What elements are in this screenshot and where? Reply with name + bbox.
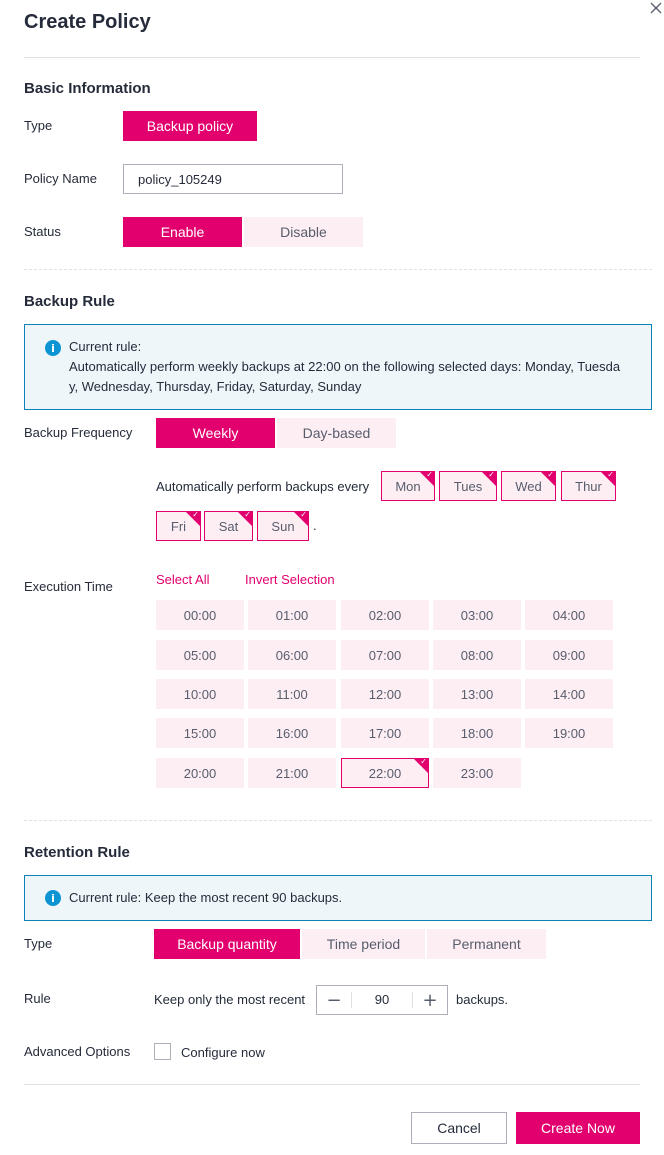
- time-slot-selected[interactable]: 22:00 ✓: [341, 758, 429, 788]
- status-disable-button[interactable]: Disable: [244, 217, 363, 247]
- advanced-options-label: Advanced Options: [24, 1044, 131, 1059]
- retention-rule-heading: Retention Rule: [24, 844, 130, 861]
- day-label: Mon: [395, 478, 421, 494]
- backup-count-value[interactable]: 90: [351, 992, 413, 1008]
- dialog-title: Create Policy: [24, 11, 151, 33]
- day-label: Wed: [515, 478, 542, 494]
- time-slot[interactable]: 20:00: [156, 758, 244, 788]
- day-tues-chip[interactable]: Tues ✓: [439, 471, 497, 501]
- time-slot[interactable]: 16:00: [248, 718, 336, 748]
- time-slot[interactable]: 14:00: [525, 679, 613, 709]
- basic-info-heading: Basic Information: [24, 80, 151, 97]
- time-slot[interactable]: 11:00: [248, 679, 336, 709]
- invert-selection-link[interactable]: Invert Selection: [245, 572, 335, 587]
- day-label: Thur: [575, 478, 602, 494]
- time-slot[interactable]: 01:00: [248, 600, 336, 630]
- day-label: Tues: [453, 478, 483, 494]
- select-all-link[interactable]: Select All: [156, 572, 209, 587]
- day-sun-chip[interactable]: Sun ✓: [257, 511, 309, 541]
- info-line-3: y, Wednesday, Thursday, Friday, Saturday…: [69, 379, 362, 394]
- backup-frequency-label: Backup Frequency: [24, 425, 133, 440]
- check-icon: ✓: [420, 758, 427, 766]
- backup-rule-heading: Backup Rule: [24, 293, 115, 310]
- footer-divider: [24, 1084, 640, 1085]
- day-fri-chip[interactable]: Fri ✓: [156, 511, 201, 541]
- time-slot[interactable]: 00:00: [156, 600, 244, 630]
- time-slot[interactable]: 07:00: [341, 640, 429, 670]
- close-icon[interactable]: [648, 0, 664, 16]
- retention-type-label: Type: [24, 936, 53, 951]
- check-icon: ✓: [607, 471, 614, 479]
- check-icon: ✓: [488, 471, 495, 479]
- configure-now-checkbox[interactable]: [154, 1043, 171, 1060]
- retention-permanent-button[interactable]: Permanent: [427, 929, 546, 959]
- time-slot[interactable]: 03:00: [433, 600, 521, 630]
- execution-time-label: Execution Time: [24, 579, 113, 594]
- plus-icon[interactable]: +: [413, 986, 447, 1014]
- day-label: Fri: [170, 518, 187, 534]
- type-label: Type: [24, 118, 53, 133]
- header-divider: [24, 57, 640, 58]
- check-icon: ✓: [300, 511, 307, 519]
- time-slot[interactable]: 10:00: [156, 679, 244, 709]
- rule-label: Rule: [24, 991, 51, 1006]
- status-label: Status: [24, 224, 61, 239]
- check-icon: ✓: [547, 471, 554, 479]
- time-slot[interactable]: 09:00: [525, 640, 613, 670]
- time-slot[interactable]: 08:00: [433, 640, 521, 670]
- configure-now-label[interactable]: Configure now: [181, 1045, 265, 1060]
- cancel-button[interactable]: Cancel: [411, 1112, 507, 1144]
- info-icon: i: [45, 890, 61, 906]
- minus-icon[interactable]: −: [317, 986, 351, 1014]
- day-thur-chip[interactable]: Thur ✓: [561, 471, 616, 501]
- retention-info-text: Current rule: Keep the most recent 90 ba…: [69, 890, 343, 905]
- info-icon: i: [45, 340, 61, 356]
- time-slot[interactable]: 23:00: [433, 758, 521, 788]
- time-slot[interactable]: 13:00: [433, 679, 521, 709]
- section-divider: [24, 269, 652, 270]
- time-slot[interactable]: 18:00: [433, 718, 521, 748]
- day-label: Sat: [218, 518, 239, 534]
- time-slot[interactable]: 06:00: [248, 640, 336, 670]
- info-line-2: Automatically perform weekly backups at …: [69, 359, 621, 374]
- time-slot[interactable]: 21:00: [248, 758, 336, 788]
- time-slot[interactable]: 04:00: [525, 600, 613, 630]
- frequency-day-based-button[interactable]: Day-based: [277, 418, 396, 448]
- info-line-1: Current rule:: [69, 339, 142, 354]
- retention-quantity-button[interactable]: Backup quantity: [154, 929, 300, 959]
- time-slot[interactable]: 05:00: [156, 640, 244, 670]
- check-icon: ✓: [244, 511, 251, 519]
- time-slot[interactable]: 15:00: [156, 718, 244, 748]
- days-prefix-text: Automatically perform backups every: [156, 479, 370, 494]
- retention-time-period-button[interactable]: Time period: [302, 929, 425, 959]
- status-enable-button[interactable]: Enable: [123, 217, 242, 247]
- policy-name-label: Policy Name: [24, 171, 97, 186]
- section-divider: [24, 820, 652, 821]
- day-sat-chip[interactable]: Sat ✓: [204, 511, 253, 541]
- policy-name-input[interactable]: policy_105249: [123, 164, 343, 194]
- backup-count-stepper[interactable]: − 90 +: [316, 985, 448, 1015]
- rule-suffix-text: backups.: [456, 992, 509, 1007]
- check-icon: ✓: [426, 471, 433, 479]
- frequency-weekly-button[interactable]: Weekly: [156, 418, 275, 448]
- day-label: Sun: [271, 518, 295, 534]
- day-mon-chip[interactable]: Mon ✓: [381, 471, 435, 501]
- retention-rule-info: i Current rule: Keep the most recent 90 …: [24, 875, 652, 921]
- days-suffix-text: .: [313, 518, 317, 533]
- backup-policy-button[interactable]: Backup policy: [123, 111, 257, 141]
- time-slot[interactable]: 17:00: [341, 718, 429, 748]
- day-wed-chip[interactable]: Wed ✓: [501, 471, 556, 501]
- time-slot[interactable]: 12:00: [341, 679, 429, 709]
- rule-prefix-text: Keep only the most recent: [154, 992, 306, 1007]
- check-icon: ✓: [192, 511, 199, 519]
- time-label: 22:00: [368, 765, 402, 781]
- backup-rule-info: i Current rule: Automatically perform we…: [24, 324, 652, 410]
- time-slot[interactable]: 19:00: [525, 718, 613, 748]
- create-now-button[interactable]: Create Now: [516, 1112, 640, 1144]
- time-slot[interactable]: 02:00: [341, 600, 429, 630]
